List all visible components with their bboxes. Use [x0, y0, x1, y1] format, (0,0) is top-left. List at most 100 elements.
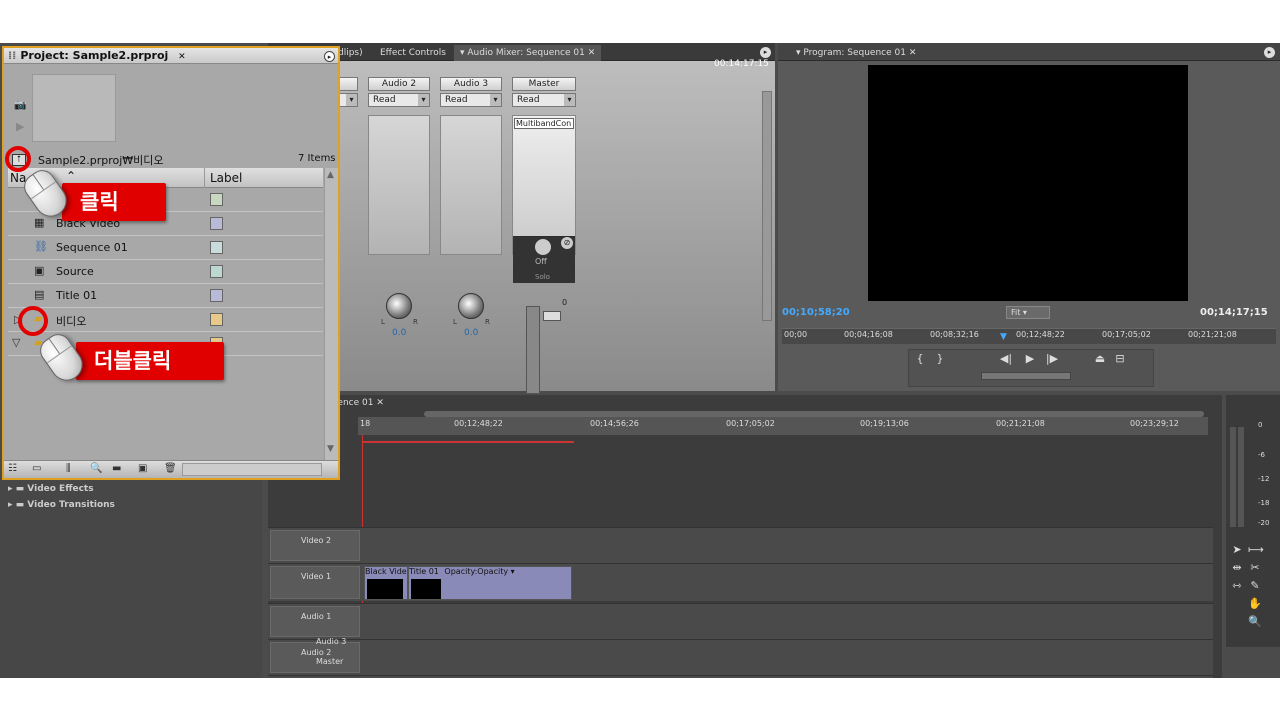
timeline-start-label: 18 [360, 419, 371, 428]
close-icon[interactable]: ✕ [178, 52, 186, 62]
label-swatch [210, 265, 223, 278]
channel-3-header: Audio 3 [440, 77, 502, 91]
close-icon[interactable]: ✕ [909, 48, 917, 58]
program-menu-icon[interactable]: ▸ [1264, 47, 1275, 58]
selection-tool-icon[interactable]: ➤ [1230, 543, 1244, 557]
track-label: Audio 1 [301, 612, 332, 621]
program-video-frame [868, 65, 1188, 301]
new-item-icon[interactable]: ▣ [138, 463, 147, 474]
play-thumbnail-icon[interactable]: ▶ [16, 120, 24, 133]
channel-2-pan-value[interactable]: 0.0 [392, 328, 406, 338]
tab-effect-controls[interactable]: Effect Controls [380, 45, 446, 61]
channel-3-automation[interactable]: Read [440, 93, 502, 107]
track-audio-1: Audio 1 [268, 603, 1213, 639]
master-effect-select[interactable]: MultibandCon [514, 118, 574, 129]
mark-out-icon[interactable]: } [933, 352, 947, 366]
delete-icon[interactable]: 🗑 [164, 463, 177, 474]
timeline-ruler-label-4: 00;19;13;06 [860, 419, 909, 428]
project-scrollbar[interactable]: ▲ ▼ [324, 168, 338, 460]
horizontal-scrollbar[interactable] [182, 463, 322, 476]
list-view-icon[interactable]: ☷ [8, 463, 17, 474]
mark-in-icon[interactable]: { [913, 352, 927, 366]
program-ruler-label-5: 00;17;05;02 [1102, 330, 1151, 339]
automate-icon[interactable]: ⫼ [66, 463, 71, 474]
razor-tool-icon[interactable]: ✂ [1248, 561, 1262, 575]
icon-view-icon[interactable]: ▭ [32, 463, 41, 474]
step-back-icon[interactable]: ◀| [999, 352, 1013, 366]
project-tab[interactable]: ⁞⁞ Project: Sample2.prproj ✕ ▸ [4, 48, 338, 64]
meter-label-0: 0 [1258, 421, 1263, 429]
label-swatch [210, 193, 223, 206]
label-swatch [210, 241, 223, 254]
work-area-bar[interactable] [362, 441, 574, 443]
label-swatch [210, 313, 223, 326]
channel-3-left-label: L [453, 318, 457, 326]
clip-opacity-menu[interactable]: Opacity:Opacity ▾ [444, 567, 514, 576]
list-item-sequence-01[interactable]: ⛓ Sequence 01 [8, 236, 323, 260]
collapse-arrow-icon[interactable]: ▽ [12, 336, 20, 349]
channel-3-pan-value[interactable]: 0.0 [464, 328, 478, 338]
zoom-tool-icon[interactable]: 🔍 [1248, 615, 1262, 629]
scroll-down-icon[interactable]: ▼ [327, 444, 334, 454]
col-label-header[interactable]: Label [210, 171, 242, 185]
meter-label-18: -18 [1258, 499, 1270, 507]
track-select-tool-icon[interactable]: ⟼ [1248, 543, 1264, 557]
playhead-marker-icon[interactable]: ▼ [1000, 332, 1007, 342]
ripple-tool-icon[interactable]: ⇹ [1230, 561, 1244, 575]
clip-title-01[interactable]: Title 01 Opacity:Opacity ▾ [408, 566, 572, 600]
extract-icon[interactable]: ⊟ [1113, 352, 1127, 366]
list-item-video-bin[interactable]: ▷ ▰ 비디오 [8, 308, 323, 332]
slip-tool-icon[interactable]: ⇿ [1230, 579, 1244, 593]
track-label: Video 1 [301, 572, 332, 581]
track-header-video-2[interactable]: Video 2 [270, 530, 360, 561]
preview-thumbnail [32, 74, 116, 142]
close-icon[interactable]: ✕ [588, 48, 596, 58]
jog-shuttle[interactable] [981, 372, 1071, 380]
close-icon[interactable]: ✕ [376, 398, 384, 408]
master-fader-thumb[interactable] [543, 311, 561, 321]
new-bin-icon[interactable]: ▬ [112, 463, 121, 474]
mixer-scrollbar[interactable] [762, 91, 772, 321]
effects-item-video-transitions[interactable]: ▸ ▬ Video Transitions [8, 500, 115, 510]
fit-select[interactable]: Fit ▾ [1006, 306, 1050, 319]
master-automation[interactable]: Read [512, 93, 576, 107]
clip-black-video[interactable]: Black Vide [364, 566, 408, 600]
tab-program[interactable]: ▾ Program: Sequence 01 ✕ [796, 45, 916, 61]
transport-controls: { } ◀| ▶ |▶ ⏏ ⊟ [908, 349, 1154, 387]
lift-icon[interactable]: ⏏ [1093, 352, 1107, 366]
tab-audio-mixer[interactable]: ▾ Audio Mixer: Sequence 01 ✕ [454, 45, 602, 61]
item-name: Sequence 01 [56, 241, 128, 254]
track-header-audio-1[interactable]: Audio 1 [270, 606, 360, 637]
track-audio-3 [268, 675, 1213, 678]
track-header-audio-2[interactable]: Audio 2 [270, 642, 360, 673]
program-title: Program: Sequence 01 [803, 48, 906, 58]
program-tc-current[interactable]: 00;10;58;20 [782, 307, 850, 318]
scroll-up-icon[interactable]: ▲ [327, 170, 334, 180]
panel-menu-icon[interactable]: ▸ [760, 47, 771, 58]
program-tc-duration: 00;14;17;15 [1200, 307, 1268, 318]
channel-3-pan-knob[interactable] [458, 293, 484, 319]
step-forward-icon[interactable]: |▶ [1045, 352, 1059, 366]
list-item-source[interactable]: ▣ Source [8, 260, 323, 284]
sort-asc-icon[interactable]: ⌃ [66, 169, 76, 183]
channel-2-automation[interactable]: Read [368, 93, 430, 107]
tab-clips[interactable]: dlips) [338, 45, 363, 61]
list-item-title-01[interactable]: ▤ Title 01 [8, 284, 323, 308]
track-header-video-1[interactable]: Video 1 [270, 566, 360, 599]
channel-2-pan-knob[interactable] [386, 293, 412, 319]
bypass-icon[interactable]: ⊘ [561, 237, 573, 249]
program-ruler-label-4: 00;12;48;22 [1016, 330, 1065, 339]
find-icon[interactable]: 🔍 [90, 463, 102, 474]
master-knob-icon[interactable] [535, 239, 551, 255]
meter-label-6: -6 [1258, 451, 1265, 459]
double-click-callout-text: 더블클릭 [94, 349, 172, 373]
master-fader[interactable] [526, 306, 540, 394]
pen-tool-icon[interactable]: ✎ [1248, 579, 1262, 593]
project-menu-icon[interactable]: ▸ [324, 51, 335, 62]
play-icon[interactable]: ▶ [1023, 352, 1037, 366]
audio-mixer-title: Audio Mixer: Sequence 01 [467, 48, 585, 58]
hand-tool-icon[interactable]: ✋ [1248, 597, 1262, 611]
effects-item-video-effects[interactable]: ▸ ▬ Video Effects [8, 484, 94, 494]
channel-2-header: Audio 2 [368, 77, 430, 91]
camera-icon[interactable]: 📷 [14, 100, 26, 111]
